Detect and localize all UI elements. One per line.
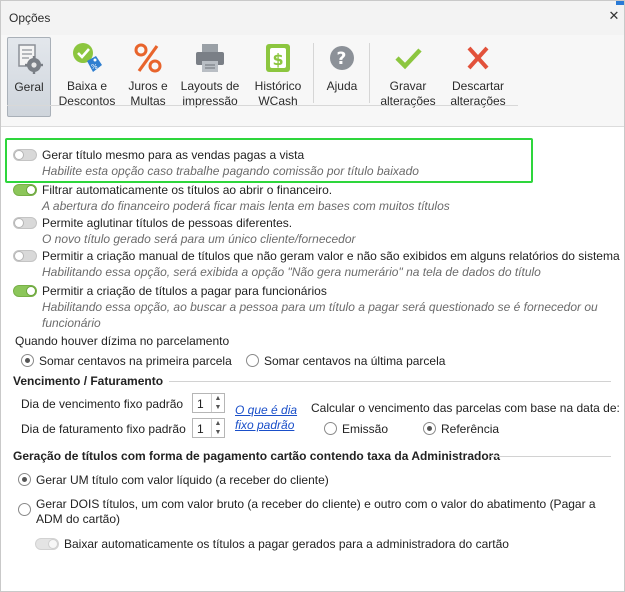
stepper-arrows-icon[interactable]: ▲ ▼ xyxy=(211,394,224,412)
calcular-vencimento-label: Calcular o vencimento das parcelas com b… xyxy=(311,401,620,415)
section-title-cartao: Geração de títulos com forma de pagament… xyxy=(13,449,500,463)
checkmark-icon xyxy=(395,48,422,70)
toolbar-separator xyxy=(369,43,370,103)
toolbar-label-juros: Juros e xyxy=(128,79,168,93)
help-icon: ? xyxy=(330,46,354,70)
dizima-label: Quando houver dízima no parcelamento xyxy=(15,334,230,348)
section-divider xyxy=(169,381,611,382)
radio-gerar-um-titulo-label: Gerar UM título com valor líquido (a rec… xyxy=(36,473,329,487)
window-title: Opções xyxy=(9,11,51,25)
check-tag-icon: % xyxy=(73,43,102,72)
x-icon xyxy=(467,46,489,70)
radio-gerar-um-titulo[interactable] xyxy=(18,473,31,486)
toggle-aglutinar-titulos[interactable] xyxy=(13,217,37,229)
option-label: Permitir a criação manual de títulos que… xyxy=(42,249,620,263)
option-hint: A abertura do financeiro poderá ficar ma… xyxy=(42,199,450,213)
option-hint: O novo título gerado será para um único … xyxy=(42,232,356,246)
printer-icon xyxy=(196,44,224,72)
toggle-baixar-automaticamente[interactable] xyxy=(35,538,59,550)
radio-gerar-dois-titulos-label-cont: ADM do cartão) xyxy=(36,512,121,526)
toolbar-label-descartar: Descartar xyxy=(451,79,504,93)
dia-faturamento-label: Dia de faturamento fixo padrão xyxy=(21,422,186,436)
radio-ultima-parcela[interactable] xyxy=(246,354,259,367)
option-label: Permite aglutinar títulos de pessoas dif… xyxy=(42,216,293,230)
radio-referencia-label: Referência xyxy=(441,422,500,436)
option-hint: Habilitando essa opção, será exibida a o… xyxy=(42,265,541,279)
option-label: Baixar automaticamente os títulos a paga… xyxy=(64,537,509,551)
svg-text:%: % xyxy=(91,63,98,71)
option-hint: Habilite esta opção caso trabalhe pagand… xyxy=(42,164,419,178)
radio-referencia[interactable] xyxy=(423,422,436,435)
dia-vencimento-value: 1 xyxy=(197,397,204,411)
toolbar-label-gravar: Gravar xyxy=(389,79,427,93)
stepper-arrows-icon[interactable]: ▲ ▼ xyxy=(211,419,224,437)
toolbar-label-historico: Histórico xyxy=(254,79,302,93)
settings-document-icon xyxy=(18,44,43,74)
section-title-vencimento: Vencimento / Faturamento xyxy=(13,374,164,388)
option-hint: Habilitando essa opção, ao buscar a pess… xyxy=(42,300,598,314)
options-window: Opções ✕ Geral % Baixa e Descontos Juros… xyxy=(0,0,625,592)
radio-emissao-label: Emissão xyxy=(342,422,389,436)
dia-faturamento-stepper[interactable]: 1 ▲ ▼ xyxy=(192,418,225,438)
toggle-filtrar-titulos[interactable] xyxy=(13,184,37,196)
radio-gerar-dois-titulos-label: Gerar DOIS títulos, um com valor bruto (… xyxy=(36,497,596,511)
link-line-2: fixo padrão xyxy=(235,418,295,432)
toolbar-label-ajuda: Ajuda xyxy=(326,79,358,93)
option-label: Permitir a criação de títulos a pagar pa… xyxy=(42,284,327,298)
radio-emissao[interactable] xyxy=(324,422,337,435)
option-label: Gerar título mesmo para as vendas pagas … xyxy=(42,148,305,162)
title-accent xyxy=(616,1,624,5)
link-line-1: O que é dia xyxy=(235,403,298,417)
radio-primeira-parcela[interactable] xyxy=(21,354,34,367)
dia-faturamento-value: 1 xyxy=(197,422,204,436)
option-hint: funcionário xyxy=(42,316,101,330)
dollar-doc-icon: $ xyxy=(266,44,290,72)
options-content: Gerar título mesmo para as vendas pagas … xyxy=(1,127,624,591)
close-icon[interactable]: ✕ xyxy=(608,9,620,22)
toggle-gerar-titulo[interactable] xyxy=(13,149,37,161)
svg-text:?: ? xyxy=(337,49,347,69)
toolbar-label-layouts: Layouts de xyxy=(180,79,240,93)
option-label: Filtrar automaticamente os títulos ao ab… xyxy=(42,183,333,197)
toolbar-label-geral: Geral xyxy=(14,80,44,94)
toggle-criacao-manual[interactable] xyxy=(13,250,37,262)
radio-gerar-dois-titulos[interactable] xyxy=(18,503,31,516)
title-bar: Opções ✕ xyxy=(1,1,624,35)
toolbar-separator xyxy=(313,43,314,103)
dia-vencimento-stepper[interactable]: 1 ▲ ▼ xyxy=(192,393,225,413)
svg-text:$: $ xyxy=(273,50,284,69)
toolbar-label-baixa: Baixa e xyxy=(66,79,108,93)
radio-ultima-parcela-label: Somar centavos na última parcela xyxy=(264,354,446,368)
radio-primeira-parcela-label: Somar centavos na primeira parcela xyxy=(39,354,232,368)
section-divider xyxy=(490,456,611,457)
toolbar-group-line xyxy=(7,105,518,106)
percent-icon xyxy=(134,43,162,73)
dia-vencimento-label: Dia de vencimento fixo padrão xyxy=(21,397,184,411)
toolbar: Geral % Baixa e Descontos Juros e Multas xyxy=(1,35,624,127)
link-dia-fixo-padrao[interactable]: O que é dia fixo padrão xyxy=(235,403,297,433)
toggle-titulos-funcionarios[interactable] xyxy=(13,285,37,297)
